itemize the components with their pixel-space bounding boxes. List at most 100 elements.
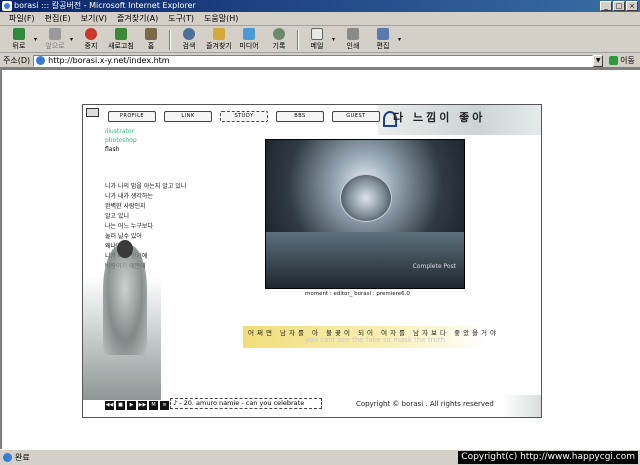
toolbar-separator-2 bbox=[297, 29, 299, 50]
screen-road bbox=[266, 232, 464, 288]
mail-icon bbox=[311, 28, 323, 40]
print-button[interactable]: 인쇄 bbox=[338, 28, 368, 52]
home-icon bbox=[145, 28, 157, 40]
search-label: 검색 bbox=[182, 42, 196, 50]
edit-dropdown-icon[interactable]: ▾ bbox=[398, 36, 404, 43]
window-title: borasi ::: 칼공버전 - Microsoft Internet Exp… bbox=[14, 1, 196, 10]
menu-edit[interactable]: 편집(E) bbox=[40, 13, 76, 24]
forward-button[interactable]: 앞으로 bbox=[40, 28, 70, 52]
rewind-button[interactable]: ◀◀ bbox=[105, 401, 114, 410]
history-button[interactable]: 기록 bbox=[264, 28, 294, 52]
back-button[interactable]: 뒤로 bbox=[4, 28, 34, 52]
mail-label: 메일 bbox=[310, 42, 324, 50]
sitting-figure-image bbox=[103, 245, 147, 355]
minimize-button[interactable]: _ bbox=[600, 1, 612, 11]
stop-play-button[interactable]: ■ bbox=[116, 401, 125, 410]
home-button[interactable]: 홈 bbox=[136, 28, 166, 52]
poem-line: 니가 내가 생각하는 bbox=[105, 193, 153, 200]
address-bar: 주소(D) http://borasi.x-y.net/index.htm ▼ … bbox=[0, 54, 640, 68]
menu-help[interactable]: 도움말(H) bbox=[199, 13, 243, 24]
favorites-label: 즐겨찾기 bbox=[206, 42, 232, 50]
media-icon bbox=[243, 28, 255, 40]
poem-line: 알고 있니 bbox=[105, 213, 129, 220]
figure-head bbox=[117, 240, 133, 258]
menu-favorites[interactable]: 즐겨찾기(A) bbox=[112, 13, 163, 24]
forward-arrow-icon bbox=[49, 28, 61, 40]
mail-button[interactable]: 메일 bbox=[302, 28, 332, 52]
back-arrow-icon bbox=[13, 28, 25, 40]
history-icon bbox=[273, 28, 285, 40]
nav-guest[interactable]: GUEST bbox=[332, 111, 380, 122]
player-controls: ◀◀ ■ ▶ ▶▶ M ≡ bbox=[105, 401, 169, 410]
menu-file[interactable]: 파일(F) bbox=[4, 13, 40, 24]
ie-icon bbox=[2, 1, 12, 11]
search-button[interactable]: 검색 bbox=[174, 28, 204, 52]
edit-label: 편집 bbox=[376, 42, 390, 50]
nav-study[interactable]: STUDY bbox=[220, 111, 268, 122]
stop-label: 중지 bbox=[84, 42, 98, 50]
page-viewport: 다 느낌이 좋아 PROFILE LINK STUDY BBS GUEST il… bbox=[0, 68, 640, 449]
maximize-button[interactable]: □ bbox=[613, 1, 625, 11]
status-text: 완료 bbox=[15, 453, 30, 462]
media-label: 미디어 bbox=[239, 42, 259, 50]
back-label: 뒤로 bbox=[12, 42, 26, 50]
screen-orb bbox=[340, 174, 392, 222]
nav-profile[interactable]: PROFILE bbox=[108, 111, 156, 122]
movie-credit: moment : editor_ borasi : premiere6.0 bbox=[305, 291, 410, 297]
watermark: Copyright(c) http://www.happycgi.com bbox=[458, 451, 638, 464]
highlight-english: you cant see the fake so mask the truth bbox=[305, 336, 446, 344]
edit-icon bbox=[377, 28, 389, 40]
side-links: illustrator photoshop flash bbox=[105, 127, 137, 154]
site-copyright: Copyright © borasi . All rights reserved bbox=[356, 400, 494, 408]
movie-screen-image: Complete Post bbox=[265, 139, 465, 289]
poem-line: 눌러 날수 있어 bbox=[105, 233, 142, 240]
playlist-button[interactable]: ≡ bbox=[160, 401, 169, 410]
window-controls: _ □ × bbox=[600, 1, 638, 11]
mute-button[interactable]: M bbox=[149, 401, 158, 410]
poem-line: 완벽한 사람인지 bbox=[105, 203, 146, 210]
poem-line: 나는 어느 누구보다 bbox=[105, 223, 153, 230]
stop-button[interactable]: 중지 bbox=[76, 28, 106, 52]
site-logo-icon[interactable] bbox=[86, 108, 99, 117]
banner-title: 다 느낌이 좋아 bbox=[393, 111, 486, 124]
favorites-icon bbox=[213, 28, 225, 40]
favorites-button[interactable]: 즐겨찾기 bbox=[204, 28, 234, 52]
refresh-label: 새로고침 bbox=[108, 42, 134, 50]
go-button[interactable]: 이동 bbox=[609, 55, 635, 66]
print-icon bbox=[347, 28, 359, 40]
menu-tools[interactable]: 도구(T) bbox=[163, 13, 199, 24]
address-dropdown-icon[interactable]: ▼ bbox=[593, 54, 604, 67]
edit-button[interactable]: 편집 bbox=[368, 28, 398, 52]
search-icon bbox=[183, 28, 195, 40]
toolbar-separator bbox=[169, 29, 171, 50]
print-label: 인쇄 bbox=[346, 42, 360, 50]
side-link-flash[interactable]: flash bbox=[105, 145, 137, 154]
history-label: 기록 bbox=[272, 42, 286, 50]
address-url: http://borasi.x-y.net/index.htm bbox=[48, 56, 170, 65]
menu-bar: 파일(F) 편집(E) 보기(V) 즐겨찾기(A) 도구(T) 도움말(H) bbox=[0, 12, 640, 26]
site-nav: PROFILE LINK STUDY BBS GUEST bbox=[108, 111, 380, 122]
title-bar: borasi ::: 칼공버전 - Microsoft Internet Exp… bbox=[0, 0, 640, 12]
refresh-icon bbox=[115, 28, 127, 40]
forward-label: 앞으로 bbox=[45, 42, 65, 50]
media-button[interactable]: 미디어 bbox=[234, 28, 264, 52]
stop-icon bbox=[85, 28, 97, 40]
close-button[interactable]: × bbox=[626, 1, 638, 11]
site-frame: 다 느낌이 좋아 PROFILE LINK STUDY BBS GUEST il… bbox=[82, 104, 542, 418]
nav-bbs[interactable]: BBS bbox=[276, 111, 324, 122]
nav-link[interactable]: LINK bbox=[164, 111, 212, 122]
footer-art bbox=[503, 395, 541, 417]
poem-line: 니가 나의 맘을 아는지 알고 있니 bbox=[105, 183, 187, 190]
toolbar: 뒤로 ▾ 앞으로 ▾ 중지 새로고침 홈 검색 즐겨찾기 미디어 기록 메일 ▾… bbox=[0, 27, 640, 53]
address-input[interactable]: http://borasi.x-y.net/index.htm bbox=[33, 54, 594, 67]
refresh-button[interactable]: 새로고침 bbox=[106, 28, 136, 52]
side-link-photoshop[interactable]: photoshop bbox=[105, 136, 137, 145]
track-display: ♪ - 20. amuro namie - can you celebrate bbox=[170, 398, 322, 409]
play-button[interactable]: ▶ bbox=[127, 401, 136, 410]
fast-forward-button[interactable]: ▶▶ bbox=[138, 401, 147, 410]
page-icon bbox=[36, 56, 46, 65]
menu-view[interactable]: 보기(V) bbox=[76, 13, 112, 24]
side-link-illustrator[interactable]: illustrator bbox=[105, 127, 137, 136]
address-label: 주소(D) bbox=[3, 56, 31, 65]
status-page-icon bbox=[3, 453, 12, 462]
